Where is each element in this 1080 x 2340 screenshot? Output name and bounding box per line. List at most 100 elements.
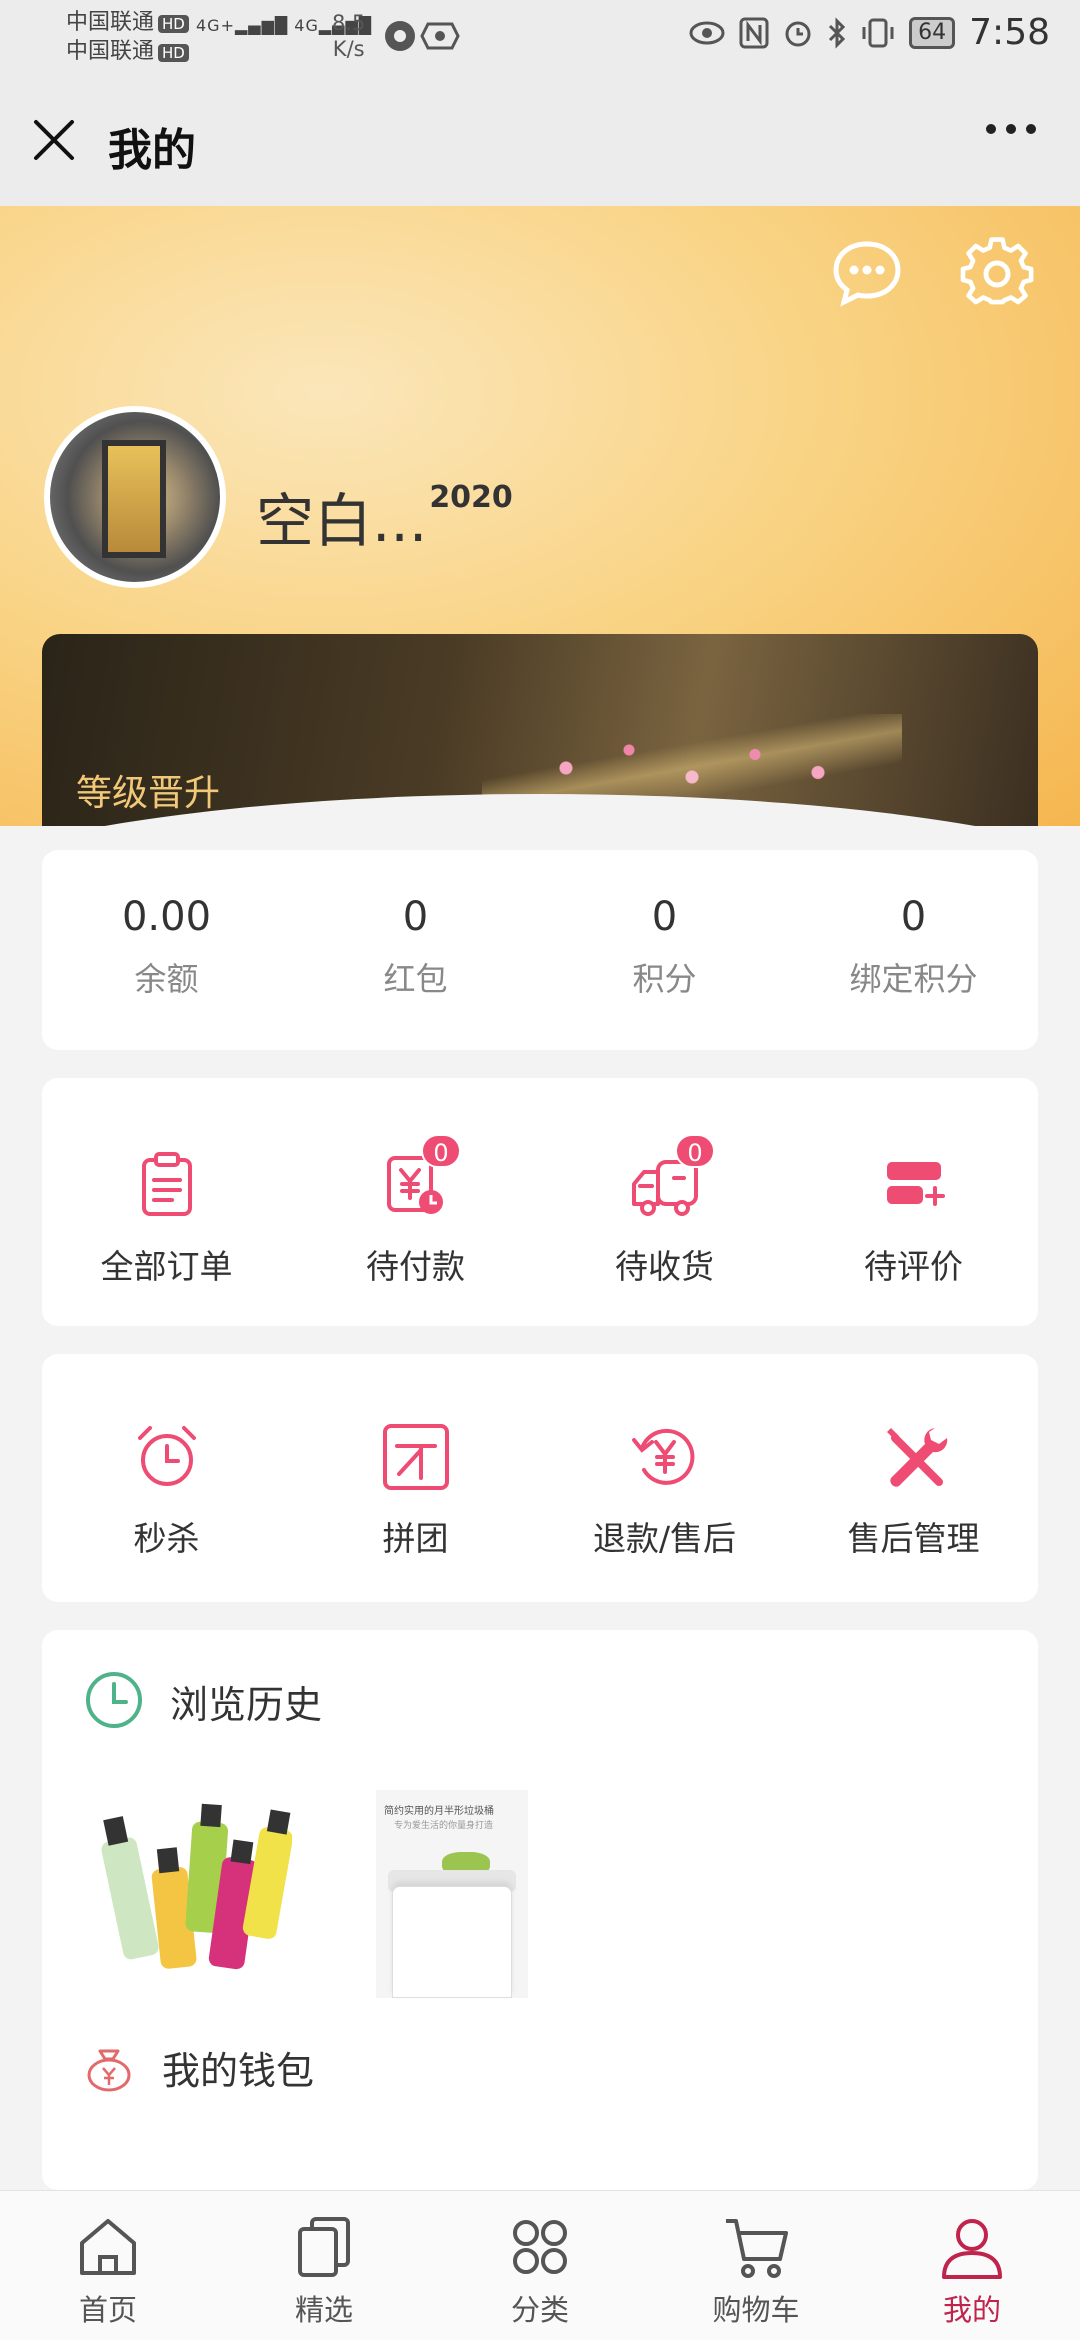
stat-label: 积分	[632, 960, 697, 998]
eye-icon	[689, 21, 725, 44]
trash-bin-body	[392, 1886, 512, 1998]
alarm-clock-icon	[137, 1426, 196, 1486]
my-wallet-row[interactable]: 我的钱包	[84, 2040, 314, 2095]
level-up-label: 等级晋升	[76, 773, 221, 814]
services-card: 秒杀 拼团 退款/售后 售后管理	[42, 1354, 1038, 1602]
stat-value: 0	[651, 894, 678, 940]
history-item-trash-bin[interactable]: 简约实用的月半形垃圾桶 专为爱生活的你量身打造	[376, 1790, 528, 1998]
network-speed: 8.5 K/s	[332, 10, 365, 62]
stat-value: 0	[402, 894, 429, 940]
network-type-1: 4G+	[196, 16, 235, 35]
bottom-tab-bar: 首页 精选 分类 购物车 我的	[0, 2190, 1080, 2340]
refund-button[interactable]: 退款/售后	[540, 1354, 789, 1602]
wallet-label: 我的钱包	[162, 2049, 315, 2093]
settings-gear-icon[interactable]	[960, 234, 1034, 308]
stat-bound-points[interactable]: 0 绑定积分	[789, 850, 1038, 1050]
username-suffix: 2020	[429, 480, 513, 515]
money-bag-icon	[87, 2049, 131, 2091]
bluetooth-icon	[829, 16, 846, 49]
clock-time: 7:58	[969, 12, 1050, 53]
stat-label: 绑定积分	[849, 960, 978, 998]
carrier-2: 中国联通	[66, 39, 155, 64]
pending-payment-badge: 0	[421, 1134, 461, 1168]
more-dots-icon[interactable]	[986, 124, 1036, 134]
username-text: 空白...	[256, 487, 428, 555]
featured-icon	[298, 2217, 350, 2277]
username: 空白...2020	[256, 474, 513, 558]
review-card-icon	[886, 1162, 945, 1206]
service-label: 秒杀	[133, 1519, 200, 1558]
cart-icon	[726, 2219, 788, 2278]
group-buy-icon	[382, 1424, 449, 1490]
stat-value: 0.00	[121, 894, 212, 940]
service-label: 拼团	[382, 1519, 449, 1558]
pending-payment-button[interactable]: 0 待付款	[291, 1078, 540, 1326]
battery-icon: 64	[909, 16, 956, 49]
flash-sale-button[interactable]: 秒杀	[42, 1354, 291, 1602]
hd-badge-2: HD	[158, 44, 189, 62]
blossom-decoration	[482, 714, 902, 804]
tab-label: 精选	[294, 2293, 353, 2327]
close-icon[interactable]	[28, 114, 80, 166]
trash-bin-subcaption: 专为爱生活的你量身打造	[394, 1821, 494, 1831]
tab-label: 我的	[942, 2293, 1001, 2327]
pending-delivery-button[interactable]: 0 待收货	[540, 1078, 789, 1326]
home-icon	[80, 2219, 136, 2275]
trash-bin-caption: 简约实用的月半形垃圾桶	[384, 1806, 494, 1817]
tab-label: 购物车	[712, 2293, 800, 2327]
all-orders-button[interactable]: 全部订单	[42, 1078, 291, 1326]
wrench-screwdriver-icon	[886, 1428, 947, 1487]
tab-featured[interactable]: 精选	[216, 2191, 432, 2340]
stat-label: 余额	[134, 960, 199, 998]
nfc-icon	[739, 17, 769, 48]
tab-mine[interactable]: 我的	[864, 2191, 1080, 2340]
order-label: 待收货	[615, 1247, 714, 1286]
nav-bar: 我的	[0, 74, 1080, 206]
chat-icon[interactable]	[830, 236, 904, 310]
profile-header: 空白...2020 等级晋升	[0, 206, 1080, 826]
stat-red-packet[interactable]: 0 红包	[291, 850, 540, 1050]
stat-value: 0	[900, 894, 927, 940]
stat-balance[interactable]: 0.00 余额	[42, 850, 291, 1050]
speed-value: 8.5	[332, 11, 366, 35]
history-item-hand-cream[interactable]	[92, 1798, 292, 1978]
service-label: 退款/售后	[592, 1519, 737, 1558]
service-label: 售后管理	[847, 1519, 980, 1558]
speed-unit: K/s	[332, 37, 365, 61]
group-buy-button[interactable]: 拼团	[291, 1354, 540, 1602]
status-app-icons	[382, 16, 462, 60]
tab-cart[interactable]: 购物车	[648, 2191, 864, 2340]
history-clock-icon	[86, 1672, 142, 1728]
carrier-1: 中国联通	[66, 10, 155, 35]
status-right: 64 7:58	[689, 12, 1050, 53]
vibrate-icon	[862, 18, 894, 47]
refund-icon	[631, 1428, 694, 1485]
tab-label: 分类	[510, 2293, 569, 2327]
network-type-2: 4G	[294, 16, 319, 35]
stat-points[interactable]: 0 积分	[540, 850, 789, 1050]
tab-label: 首页	[78, 2293, 137, 2327]
avatar[interactable]	[44, 406, 226, 588]
notification-app-icon	[385, 21, 460, 51]
status-bar: 中国联通 HD 中国联通 HD 4G+▂▄▆█ 4G▂▄▆█ 8.5 K/s 64 …	[0, 0, 1080, 74]
clipboard-icon	[141, 1152, 192, 1216]
order-label: 待付款	[366, 1247, 465, 1286]
after-sales-management-button[interactable]: 售后管理	[789, 1354, 1038, 1602]
orders-card: 全部订单 0 待付款 0 待收货 待评价	[42, 1078, 1038, 1326]
category-icon	[513, 2220, 567, 2274]
stat-label: 红包	[383, 960, 448, 998]
history-title: 浏览历史	[170, 1683, 323, 1727]
user-icon	[942, 2219, 1002, 2279]
browsing-history-card: 浏览历史 简约实用的月半形垃圾桶 专为爱生活的你量身打造 我的钱包	[42, 1630, 1038, 2190]
pending-delivery-badge: 0	[675, 1134, 715, 1168]
tab-category[interactable]: 分类	[432, 2191, 648, 2340]
pending-review-button[interactable]: 待评价	[789, 1078, 1038, 1326]
hd-badge-1: HD	[158, 15, 189, 33]
order-label: 全部订单	[100, 1247, 233, 1286]
account-stats-card: 0.00 余额 0 红包 0 积分 0 绑定积分	[42, 850, 1038, 1050]
carrier-info: 中国联通 HD 中国联通 HD	[66, 8, 189, 66]
alarm-icon	[785, 21, 811, 46]
tab-home[interactable]: 首页	[0, 2191, 216, 2340]
order-label: 待评价	[864, 1247, 963, 1286]
page-title: 我的	[108, 125, 196, 176]
